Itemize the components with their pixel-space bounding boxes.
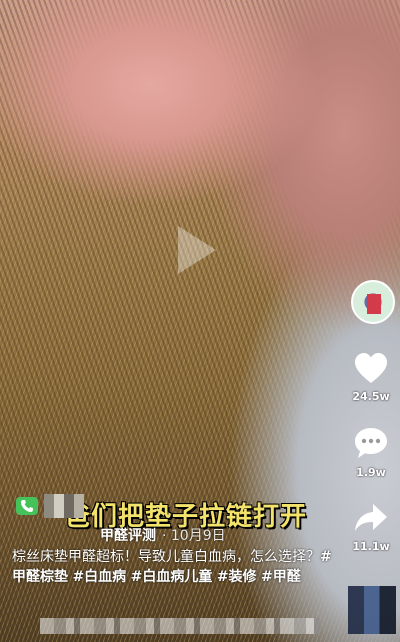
author-name[interactable]: 甲醛评测 bbox=[100, 528, 156, 544]
play-icon[interactable] bbox=[170, 220, 220, 280]
post-description: 棕丝床垫甲醛超标！导致儿童白血病，怎么选择？#甲醛棕垫 #白血病 #白血病儿童 … bbox=[12, 547, 342, 587]
share-icon[interactable] bbox=[353, 502, 389, 534]
share-count: 11.1w bbox=[352, 540, 390, 553]
censored-mosaic bbox=[40, 618, 320, 634]
hashtag[interactable]: #装修 bbox=[217, 569, 257, 585]
like-button[interactable]: 24.5w bbox=[345, 352, 397, 403]
post-date: · 10月9日 bbox=[162, 528, 226, 544]
music-disc[interactable] bbox=[348, 586, 396, 634]
phone-icon bbox=[16, 497, 38, 515]
video-player[interactable] bbox=[0, 0, 400, 642]
hashtag[interactable]: #白血病 bbox=[72, 569, 126, 585]
like-count: 24.5w bbox=[352, 390, 390, 403]
avatar[interactable] bbox=[351, 280, 395, 324]
comment-button[interactable]: 1.9w bbox=[345, 426, 397, 479]
hashtag[interactable]: #白血病儿童 bbox=[131, 569, 213, 585]
avatar-image bbox=[367, 294, 381, 314]
heart-icon[interactable] bbox=[353, 352, 389, 384]
share-button[interactable]: 11.1w bbox=[345, 502, 397, 553]
author-row bbox=[16, 492, 90, 520]
hashtag[interactable]: #甲醛 bbox=[261, 569, 301, 585]
censored-mosaic bbox=[44, 494, 84, 518]
comment-icon[interactable] bbox=[353, 426, 389, 460]
comment-count: 1.9w bbox=[356, 466, 386, 479]
author-info[interactable]: 甲醛评测 · 10月9日 bbox=[100, 525, 226, 545]
post-text: 棕丝床垫甲醛超标！导致儿童白血病，怎么选择？ bbox=[12, 549, 320, 565]
